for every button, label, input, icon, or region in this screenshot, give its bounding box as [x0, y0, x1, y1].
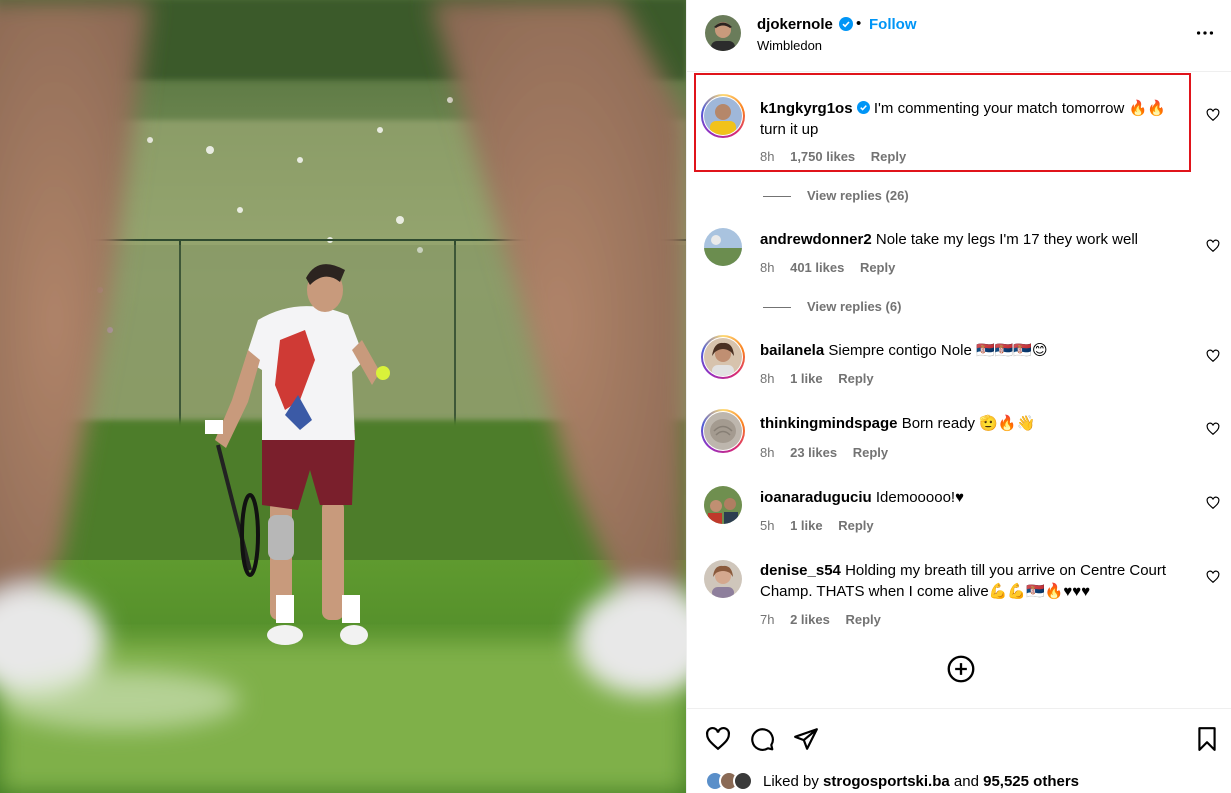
more-options-icon[interactable] [1194, 22, 1216, 44]
comment-likes[interactable]: 1,750 likes [790, 149, 855, 164]
post-photo[interactable] [0, 0, 686, 793]
liked-by-user[interactable]: strogosportski.ba [823, 773, 950, 790]
view-replies-label: View replies (26) [807, 188, 909, 203]
post-header: djokernole • Follow Wimbledon [687, 0, 1231, 72]
comment-likes[interactable]: 401 likes [790, 260, 844, 275]
verified-badge-icon [839, 17, 853, 31]
comment-meta: 8h 401 likes Reply [760, 260, 907, 275]
liked-by-middle: and [949, 773, 984, 790]
commenter-avatar[interactable] [704, 338, 742, 376]
comment-body: Idemooooo!♥ [875, 489, 964, 506]
comment-meta: 7h 2 likes Reply [760, 612, 893, 627]
view-replies-label: View replies (6) [807, 299, 902, 314]
commenter-username[interactable]: ioanaraduguciu [760, 489, 872, 506]
liked-by-prefix: Liked by [763, 773, 824, 790]
commenter-username[interactable]: thinkingmindspage [760, 415, 898, 432]
author-avatar[interactable] [705, 15, 741, 51]
load-more-comments-plus-icon[interactable] [947, 655, 975, 683]
replies-divider-line [763, 196, 791, 198]
reply-button[interactable]: Reply [838, 518, 873, 533]
comment-text: denise_s54 Holding my breath till you ar… [760, 560, 1190, 602]
view-replies-button[interactable]: View replies (26) [763, 188, 909, 203]
comment-time[interactable]: 8h [760, 260, 774, 275]
replies-divider-line [763, 307, 791, 309]
commenter-avatar[interactable] [704, 228, 742, 266]
post-location[interactable]: Wimbledon [757, 38, 822, 53]
like-heart-icon[interactable] [705, 726, 731, 752]
comment-meta: 8h 1 like Reply [760, 371, 886, 386]
commenter-avatar[interactable] [704, 97, 742, 135]
view-replies-button[interactable]: View replies (6) [763, 299, 901, 314]
like-comment-heart-icon[interactable] [1206, 239, 1220, 253]
save-bookmark-icon[interactable] [1194, 726, 1220, 752]
like-comment-heart-icon[interactable] [1206, 496, 1220, 510]
commenter-username[interactable]: denise_s54 [760, 562, 841, 579]
comment-time[interactable]: 7h [760, 612, 774, 627]
comment-body: Siempre contigo Nole 🇷🇸🇷🇸🇷🇸😊 [828, 342, 1048, 359]
commenter-username[interactable]: k1ngkyrg1os [760, 100, 853, 117]
liked-by-others[interactable]: 95,525 others [983, 773, 1079, 790]
like-comment-heart-icon[interactable] [1206, 108, 1220, 122]
comment-text: k1ngkyrg1os I'm commenting your match to… [760, 98, 1190, 140]
follow-button[interactable]: Follow [869, 16, 917, 33]
commenter-username[interactable]: andrewdonner2 [760, 231, 872, 248]
comment-meta: 8h 1,750 likes Reply [760, 149, 918, 164]
like-comment-heart-icon[interactable] [1206, 422, 1220, 436]
comment-time[interactable]: 8h [760, 445, 774, 460]
reply-button[interactable]: Reply [853, 445, 888, 460]
comment-text: bailanela Siempre contigo Nole 🇷🇸🇷🇸🇷🇸😊 [760, 340, 1190, 361]
comment-text: ioanaraduguciu Idemooooo!♥ [760, 487, 1190, 508]
reply-button[interactable]: Reply [871, 149, 906, 164]
comment-text: andrewdonner2 Nole take my legs I'm 17 t… [760, 229, 1190, 250]
comment-time[interactable]: 8h [760, 371, 774, 386]
commenter-avatar[interactable] [704, 560, 742, 598]
commenter-avatar[interactable] [704, 486, 742, 524]
verified-badge-icon [856, 101, 870, 114]
reply-button[interactable]: Reply [838, 371, 873, 386]
comment-time[interactable]: 5h [760, 518, 774, 533]
reply-button[interactable]: Reply [860, 260, 895, 275]
comment-time[interactable]: 8h [760, 149, 774, 164]
liker-avatars [705, 771, 759, 793]
comment-likes[interactable]: 1 like [790, 518, 823, 533]
comment-text: thinkingmindspage Born ready 🫡🔥👋 [760, 413, 1190, 434]
comment-likes[interactable]: 2 likes [790, 612, 830, 627]
author-username[interactable]: djokernole [757, 16, 833, 33]
comment-body: Nole take my legs I'm 17 they work well [875, 231, 1138, 248]
comment-body: Born ready 🫡🔥👋 [901, 415, 1036, 432]
comment-likes[interactable]: 1 like [790, 371, 823, 386]
comment-likes[interactable]: 23 likes [790, 445, 837, 460]
reply-button[interactable]: Reply [845, 612, 880, 627]
commenter-username[interactable]: bailanela [760, 342, 824, 359]
separator-dot: • [856, 15, 862, 32]
like-comment-heart-icon[interactable] [1206, 570, 1220, 584]
comment-bubble-icon[interactable] [749, 726, 775, 752]
commenter-avatar[interactable] [704, 412, 742, 450]
post-sidebar: djokernole • Follow Wimbledon k1ngkyrg1o… [686, 0, 1231, 793]
like-comment-heart-icon[interactable] [1206, 349, 1220, 363]
comment-meta: 5h 1 like Reply [760, 518, 886, 533]
tennis-practice-photo [0, 0, 686, 793]
comment-meta: 8h 23 likes Reply [760, 445, 900, 460]
share-paper-plane-icon[interactable] [793, 726, 819, 752]
post-action-bar: Liked by strogosportski.ba and 95,525 ot… [687, 708, 1231, 793]
